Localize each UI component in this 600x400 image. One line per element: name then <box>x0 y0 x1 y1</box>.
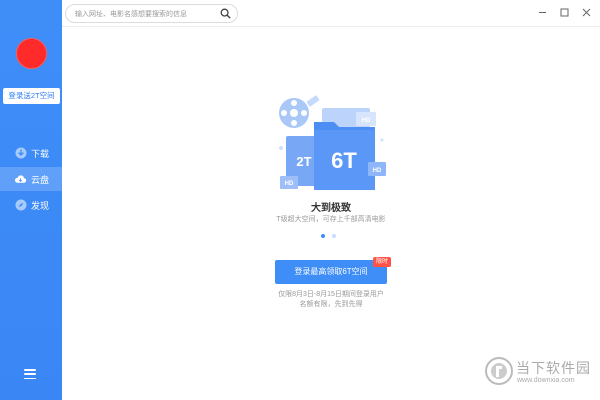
small-size-label: 2T <box>296 154 311 169</box>
sidebar-item-label: 发现 <box>31 200 50 211</box>
watermark-text: 当下软件园 <box>516 360 591 376</box>
sidebar-item-label: 云盘 <box>31 174 50 185</box>
avatar[interactable] <box>16 38 47 69</box>
search-placeholder: 输入网址、电影名感想要搜索的信息 <box>75 11 187 18</box>
minimize-icon[interactable] <box>536 6 548 18</box>
sidebar: 登录送2T空间 下载 云盘 发现 <box>0 0 62 400</box>
app-window: 登录送2T空间 下载 云盘 发现 输入网址、电影名感想要搜索的信息 HD 2T … <box>0 0 600 400</box>
maximize-icon[interactable] <box>558 6 570 18</box>
download-icon <box>14 147 27 160</box>
promo-note-limit: 名额有限，先到先得 <box>299 301 363 308</box>
promo-title: 大到极致 <box>311 203 351 214</box>
hd-label-left: HD <box>285 181 294 187</box>
hd-label-right: HD <box>373 168 382 174</box>
claim-6t-button[interactable]: 登录最高领取6T空间 <box>275 260 387 284</box>
watermark-logo-icon <box>485 357 513 385</box>
carousel-dot-1[interactable] <box>321 234 325 238</box>
cloud-icon <box>14 173 27 186</box>
hd-label-top: HD <box>362 118 371 124</box>
limited-time-badge: 限时 <box>373 257 392 267</box>
cloud-storage-illustration: HD 2T HD 6T HD <box>279 95 386 190</box>
promo-note-period: 仅限8月3日-8月15日期间登录用户 <box>278 291 384 298</box>
search-icon[interactable] <box>220 8 231 19</box>
close-icon[interactable] <box>580 6 592 18</box>
menu-icon[interactable] <box>24 369 36 379</box>
search-input[interactable]: 输入网址、电影名感想要搜索的信息 <box>65 4 238 23</box>
watermark-url: www.downxia.com <box>517 377 575 384</box>
promo-subtitle: T级超大空间，可存上千部高清电影 <box>276 216 386 223</box>
watermark: 当下软件园 www.downxia.com <box>484 354 594 394</box>
sidebar-item-discover[interactable]: 发现 <box>0 193 62 217</box>
compass-icon <box>14 199 27 212</box>
sidebar-item-cloud[interactable]: 云盘 <box>0 167 62 191</box>
carousel-dots <box>321 234 336 238</box>
sidebar-item-download[interactable]: 下载 <box>0 141 62 165</box>
window-controls <box>536 6 592 18</box>
topbar: 输入网址、电影名感想要搜索的信息 <box>62 0 600 27</box>
sidebar-item-label: 下载 <box>31 148 50 159</box>
carousel-dot-2[interactable] <box>332 234 336 238</box>
cloud-promo-panel: HD 2T HD 6T HD 大到极致 T级超大空间，可存上千部高清电影 登录最… <box>62 28 600 400</box>
big-size-label: 6T <box>331 148 357 173</box>
login-button[interactable]: 登录送2T空间 <box>3 88 60 104</box>
